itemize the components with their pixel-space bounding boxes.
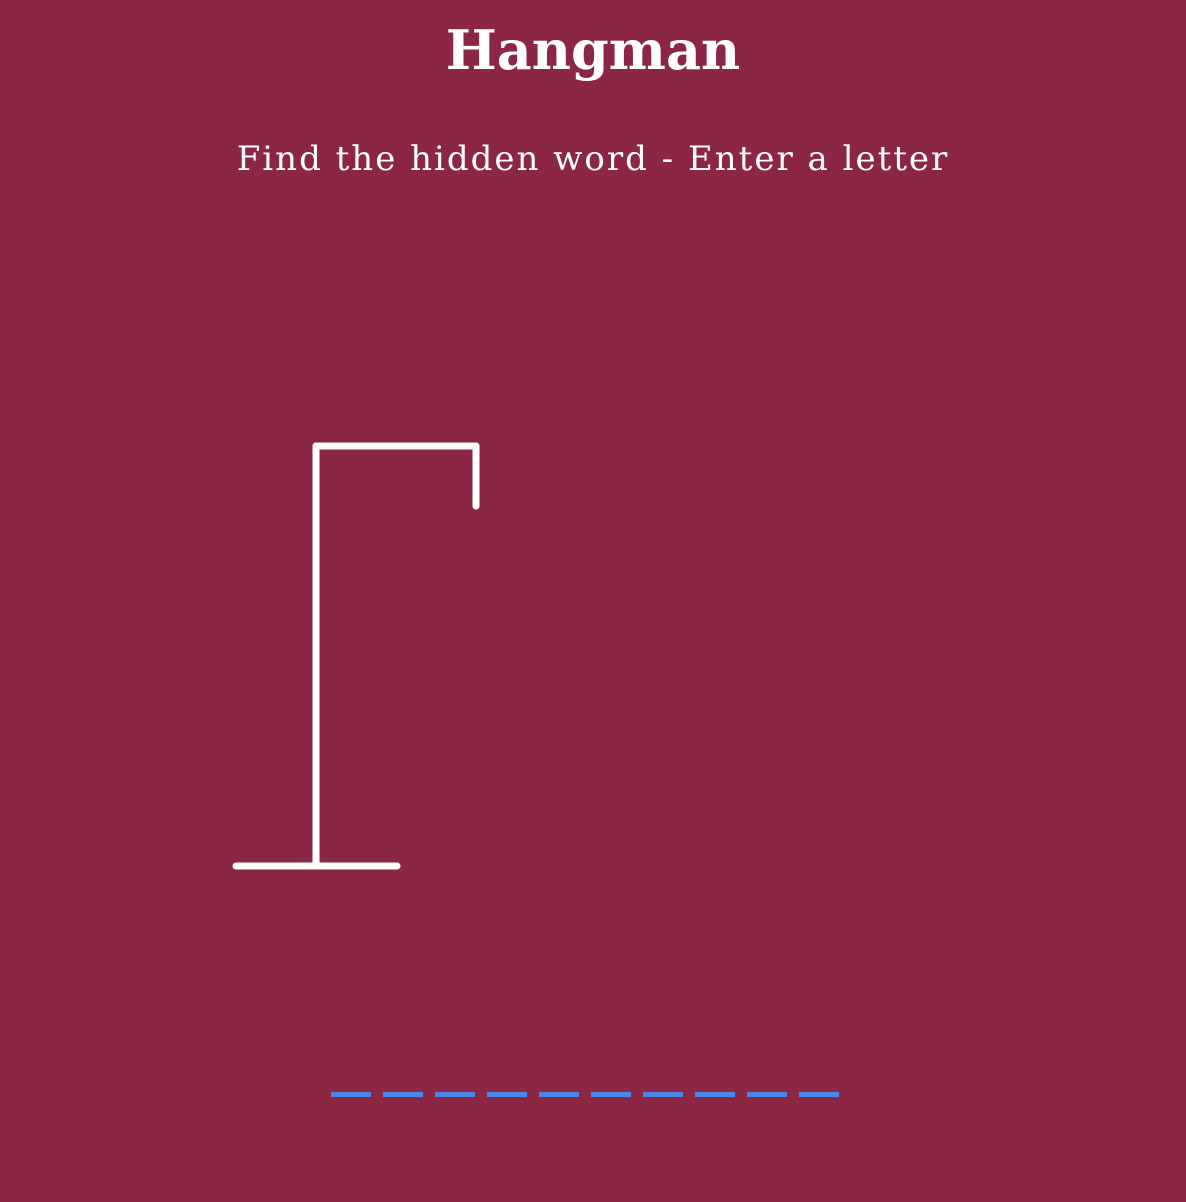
letter-slot: [591, 1092, 631, 1097]
letter-slot: [487, 1092, 527, 1097]
letter-slot: [435, 1092, 475, 1097]
letter-slot: [695, 1092, 735, 1097]
letter-slot: [539, 1092, 579, 1097]
letter-slot: [331, 1092, 371, 1097]
letter-slot: [799, 1092, 839, 1097]
letter-slot: [383, 1092, 423, 1097]
hangman-gallows: [232, 442, 480, 870]
letter-slot: [643, 1092, 683, 1097]
hidden-word: [331, 1092, 851, 1098]
letter-slot: [747, 1092, 787, 1097]
